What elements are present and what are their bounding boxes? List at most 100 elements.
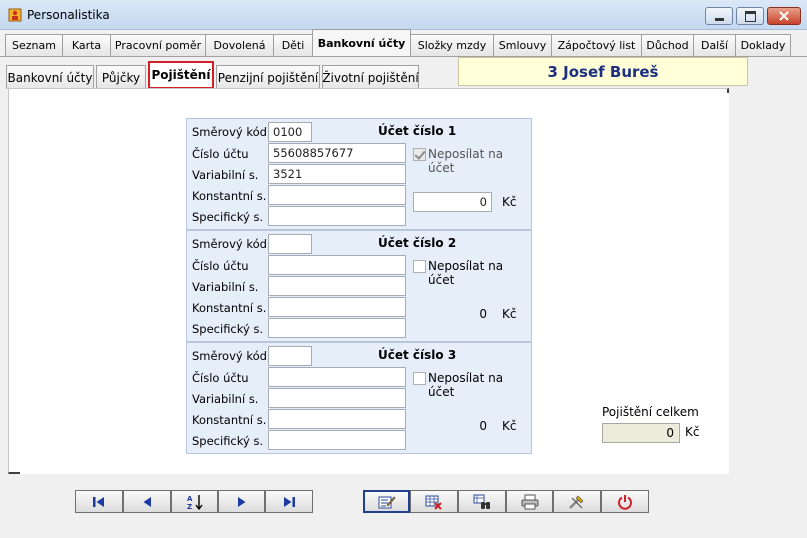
label-smerovy-kod: Směrový kód (192, 349, 267, 363)
neposilat-checkbox[interactable] (413, 260, 426, 273)
label-smerovy-kod: Směrový kód (192, 237, 267, 251)
specificky-input[interactable] (268, 206, 406, 226)
variabilni-input[interactable]: 3521 (268, 164, 406, 184)
amount-value: 0 (479, 307, 487, 321)
delete-icon (425, 495, 442, 510)
neposilat-label: Neposílat na účet (428, 147, 504, 175)
tools-button[interactable] (553, 490, 601, 513)
close-icon (779, 11, 789, 21)
variabilni-input[interactable] (268, 276, 406, 296)
label-cislo-uctu: Číslo účtu (192, 259, 249, 273)
find-button[interactable] (458, 490, 506, 513)
smerovy-kod-input[interactable]: 0100 (268, 122, 312, 142)
last-record-icon (284, 496, 295, 507)
minimize-icon (714, 17, 724, 21)
first-record-icon (93, 496, 104, 507)
variabilni-input[interactable] (268, 388, 406, 408)
amount-unit: Kč (502, 307, 517, 321)
neposilat-checkbox[interactable] (413, 372, 426, 385)
smerovy-kod-input[interactable] (268, 346, 312, 366)
tab-bankovni-ucty[interactable]: Bankovní účty (312, 29, 411, 56)
maximize-button[interactable] (736, 7, 764, 25)
label-konstantni: Konstantní s. (192, 189, 267, 203)
sort-icon: AZ (187, 494, 203, 511)
total-label: Pojištění celkem (602, 405, 699, 419)
tab-zapoctovy-list[interactable]: Zápočtový list (551, 34, 642, 56)
cislo-uctu-input[interactable] (268, 255, 406, 275)
edit-icon (378, 496, 395, 508)
next-record-icon (237, 496, 245, 507)
label-smerovy-kod: Směrový kód (192, 125, 267, 139)
svg-text:A: A (187, 495, 193, 503)
label-cislo-uctu: Číslo účtu (192, 147, 249, 161)
print-icon (521, 494, 538, 509)
tab-duchod[interactable]: Důchod (641, 34, 694, 56)
find-icon (473, 494, 490, 509)
total-unit: Kč (685, 425, 700, 439)
sort-button[interactable]: AZ (171, 490, 218, 513)
tab-smlouvy[interactable]: Smlouvy (493, 34, 552, 56)
konstantni-input[interactable] (268, 185, 406, 205)
tab-deti[interactable]: Děti (273, 34, 313, 56)
neposilat-label: Neposílat na účet (428, 259, 504, 287)
label-variabilni: Variabilní s. (192, 168, 259, 182)
amount-input[interactable]: 0 (413, 192, 492, 212)
delete-button[interactable] (410, 490, 458, 513)
specificky-input[interactable] (268, 318, 406, 338)
label-specificky: Specifický s. (192, 322, 264, 336)
window-title: Personalistika (27, 8, 110, 22)
minimize-button[interactable] (705, 7, 733, 25)
smerovy-kod-input[interactable] (268, 234, 312, 254)
sub-tab-bar: Bankovní účty Půjčky Pojištění Penzijní … (6, 61, 421, 89)
tools-icon (569, 495, 584, 509)
subtab-zivotni-pojisteni[interactable]: Životní pojištění (322, 65, 419, 89)
account-2-panel: Směrový kód Účet číslo 2 Číslo účtu Nepo… (186, 230, 532, 342)
tab-doklady[interactable]: Doklady (735, 34, 791, 56)
svg-text:Z: Z (187, 503, 192, 511)
close-button[interactable] (767, 7, 801, 25)
title-bar: Personalistika (0, 0, 807, 30)
tab-dovolena[interactable]: Dovolená (205, 34, 274, 56)
label-specificky: Specifický s. (192, 434, 264, 448)
exit-button[interactable] (601, 490, 649, 513)
print-button[interactable] (506, 490, 553, 513)
power-icon (618, 494, 632, 510)
total-field: 0 (602, 423, 680, 443)
tab-karta[interactable]: Karta (62, 34, 111, 56)
previous-record-button[interactable] (123, 490, 171, 513)
neposilat-label: Neposílat na účet (428, 371, 504, 399)
tab-slozky-mzdy[interactable]: Složky mzdy (410, 34, 494, 56)
label-konstantni: Konstantní s. (192, 413, 267, 427)
label-specificky: Specifický s. (192, 210, 264, 224)
tab-seznam[interactable]: Seznam (5, 34, 63, 56)
amount-unit: Kč (502, 195, 517, 209)
account-1-panel: Směrový kód 0100 Účet číslo 1 Číslo účtu… (186, 118, 532, 230)
previous-record-icon (143, 496, 151, 507)
first-record-button[interactable] (75, 490, 123, 513)
amount-unit: Kč (502, 419, 517, 433)
last-record-button[interactable] (265, 490, 313, 513)
amount-value: 0 (479, 419, 487, 433)
label-variabilni: Variabilní s. (192, 392, 259, 406)
konstantni-input[interactable] (268, 409, 406, 429)
tab-dalsi[interactable]: Další (693, 34, 736, 56)
subtab-bankovni-ucty[interactable]: Bankovní účty (6, 65, 94, 89)
konstantni-input[interactable] (268, 297, 406, 317)
account-title: Účet číslo 1 (378, 124, 457, 138)
employee-name-banner: 3 Josef Bureš (458, 57, 748, 86)
app-icon (8, 8, 22, 22)
cislo-uctu-input[interactable] (268, 367, 406, 387)
main-tab-bar: Seznam Karta Pracovní poměr Dovolená Dět… (5, 29, 791, 56)
subtab-pojisteni[interactable]: Pojištění (148, 61, 214, 89)
tab-pracovni-pomer[interactable]: Pracovní poměr (110, 34, 206, 56)
edit-button[interactable] (363, 490, 410, 513)
specificky-input[interactable] (268, 430, 406, 450)
account-3-panel: Směrový kód Účet číslo 3 Číslo účtu Nepo… (186, 342, 532, 454)
subtab-pujcky[interactable]: Půjčky (96, 65, 146, 89)
next-record-button[interactable] (218, 490, 265, 513)
neposilat-checkbox[interactable] (413, 148, 426, 161)
cislo-uctu-input[interactable]: 55608857677 (268, 143, 406, 163)
label-konstantni: Konstantní s. (192, 301, 267, 315)
subtab-penzijni-pojisteni[interactable]: Penzijní pojištění (216, 65, 320, 89)
account-title: Účet číslo 2 (378, 236, 457, 250)
